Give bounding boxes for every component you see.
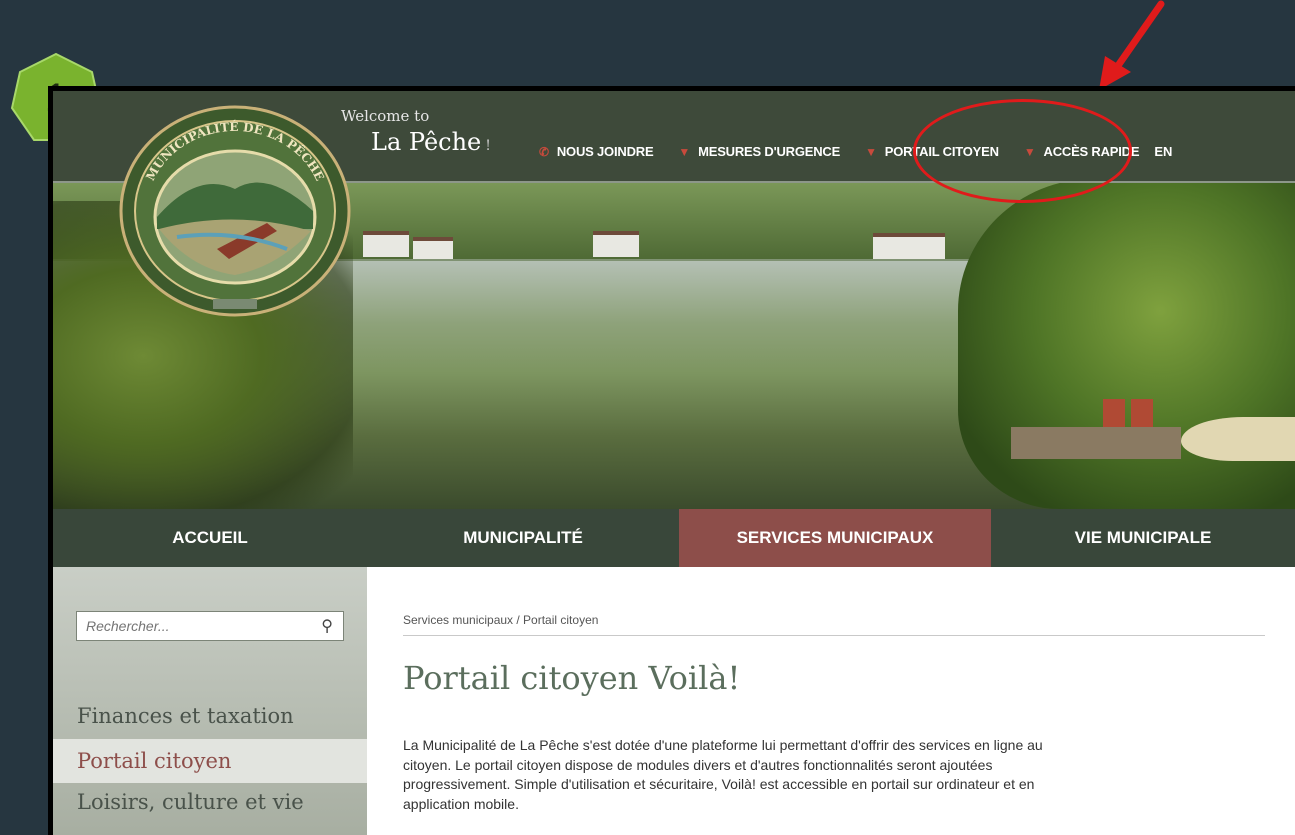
- sidebar-item-finances[interactable]: Finances et taxation: [53, 697, 367, 735]
- top-link-mesures-urgence[interactable]: ▼ MESURES D'URGENCE: [678, 144, 840, 159]
- municipal-seal-logo[interactable]: MUNICIPALITÉ DE LA PÊCHE: [117, 99, 353, 323]
- sidebar-item-portail-citoyen[interactable]: Portail citoyen: [53, 739, 367, 783]
- breadcrumb-divider: [403, 635, 1265, 636]
- hero-dock: [1011, 427, 1181, 459]
- hero-house: [593, 231, 639, 257]
- hero-house: [413, 237, 453, 259]
- hero-chair: [1103, 399, 1125, 427]
- welcome-text: Welcome to: [341, 107, 430, 125]
- website-frame: Welcome to La Pêche! ✆ NOUS JOINDRE ▼ ME…: [48, 86, 1295, 835]
- intro-line: citoyen. Le portail citoyen dispose de m…: [403, 756, 993, 773]
- top-link-label: NOUS JOINDRE: [556, 144, 654, 159]
- intro-paragraph: La Municipalité de La Pêche s'est dotée …: [403, 736, 1265, 814]
- language-toggle[interactable]: EN: [1154, 144, 1172, 159]
- main-nav-services-municipaux[interactable]: SERVICES MUNICIPAUX: [679, 509, 991, 567]
- main-content: Services municipaux / Portail citoyen Po…: [367, 567, 1295, 835]
- intro-line: progressivement. Simple d'utilisation et…: [403, 776, 1035, 792]
- intro-line: application mobile.: [403, 795, 519, 812]
- annotation-arrow-icon: [1099, 0, 1165, 90]
- top-link-label: MESURES D'URGENCE: [698, 144, 841, 159]
- arrow-down-icon: ▼: [865, 144, 877, 159]
- main-nav: ACCUEIL MUNICIPALITÉ SERVICES MUNICIPAUX…: [53, 509, 1295, 567]
- top-link-nous-joindre[interactable]: ✆ NOUS JOINDRE: [539, 144, 654, 159]
- sidebar-item-loisirs[interactable]: Loisirs, culture et vie: [53, 783, 367, 821]
- site-name-text: La Pêche: [371, 128, 482, 156]
- website-page: Welcome to La Pêche! ✆ NOUS JOINDRE ▼ ME…: [53, 91, 1295, 835]
- hero-chair: [1131, 399, 1153, 427]
- intro-line: La Municipalité de La Pêche s'est dotée …: [403, 737, 1043, 753]
- arrow-down-icon: ▼: [678, 144, 691, 159]
- search-icon[interactable]: ⚲: [321, 616, 333, 636]
- main-nav-municipalite[interactable]: MUNICIPALITÉ: [367, 509, 679, 567]
- site-name[interactable]: La Pêche!: [371, 128, 491, 156]
- page-title: Portail citoyen Voilà!: [403, 659, 741, 697]
- sidebar: ⚲ Finances et taxation Portail citoyen L…: [53, 567, 367, 835]
- main-nav-accueil[interactable]: ACCUEIL: [53, 509, 367, 567]
- search-box: ⚲: [76, 611, 344, 641]
- hero-house: [873, 233, 945, 259]
- hero-house: [363, 231, 409, 257]
- search-input[interactable]: [77, 617, 308, 635]
- hero-boat: [1181, 417, 1295, 461]
- breadcrumb[interactable]: Services municipaux / Portail citoyen: [403, 613, 598, 627]
- highlight-circle: [913, 99, 1132, 203]
- phone-icon: ✆: [539, 144, 549, 159]
- site-name-suffix: !: [485, 138, 491, 154]
- main-nav-vie-municipale[interactable]: VIE MUNICIPALE: [991, 509, 1295, 567]
